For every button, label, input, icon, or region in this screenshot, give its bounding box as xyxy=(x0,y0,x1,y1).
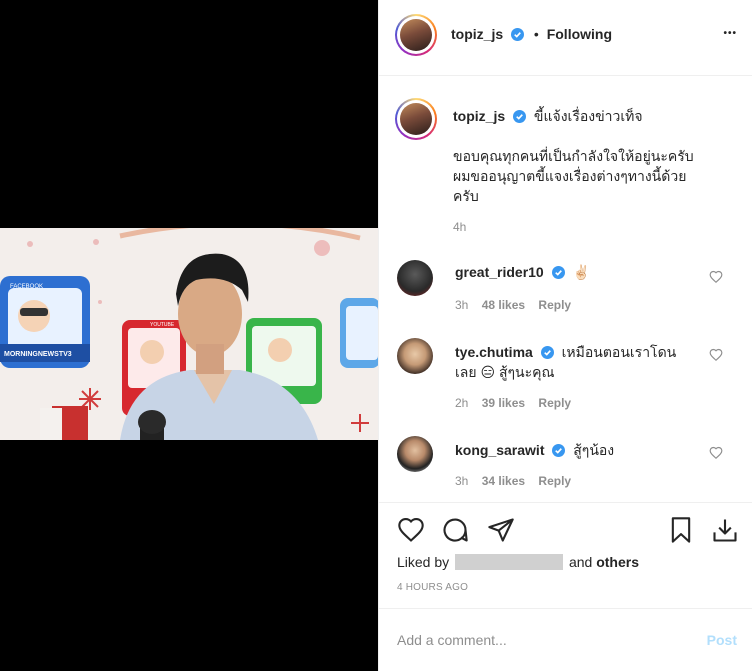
caption-title: ขี้แจ้งเรื่องข่าวเท็จ xyxy=(533,108,643,124)
header-username[interactable]: topiz_js xyxy=(451,26,503,42)
caption: topiz_js ขี้แจ้งเรื่องข่าวเท็จ ขอบคุณทุก… xyxy=(379,90,752,240)
verified-badge-icon xyxy=(511,28,525,41)
liked-by-redacted-user[interactable] xyxy=(455,554,564,570)
story-ring xyxy=(395,14,437,56)
comment: kong_sarawit สู้ๆน้อง 3h 34 likes Reply xyxy=(379,434,752,494)
comment: great_rider10 ✌🏻 3h 48 likes Reply xyxy=(379,258,752,318)
more-options-icon[interactable]: ••• xyxy=(723,28,737,39)
comment-like-icon[interactable] xyxy=(709,270,723,284)
comment-username[interactable]: great_rider10 xyxy=(455,264,544,280)
comment-username[interactable]: kong_sarawit xyxy=(455,442,544,458)
caption-story-ring xyxy=(395,98,437,140)
youtube-label: YOUTUBE xyxy=(150,322,175,328)
following-button[interactable]: Following xyxy=(547,26,612,42)
liked-by-others[interactable]: others xyxy=(596,554,639,570)
comment-username[interactable]: tye.chutima xyxy=(455,344,533,360)
comment-likes[interactable]: 39 likes xyxy=(482,396,525,410)
comment-avatar[interactable] xyxy=(397,436,433,472)
comment-avatar[interactable] xyxy=(397,260,433,296)
comment-time[interactable]: 3h xyxy=(455,474,468,488)
post-button[interactable]: Post xyxy=(707,632,737,648)
post-panel: topiz_js • Following ••• topiz_js ขี้แจ้… xyxy=(378,0,752,671)
header-separator: • xyxy=(533,26,539,42)
comment-text: ✌🏻 xyxy=(572,264,590,280)
comment-text-line-1: เหมือนตอนเราโดน xyxy=(561,344,677,360)
add-comment-input[interactable] xyxy=(397,627,687,653)
liked-by: Liked by and others xyxy=(397,554,639,570)
caption-line-3: ครับ xyxy=(453,188,479,204)
save-icon[interactable] xyxy=(667,516,695,544)
liked-by-and: and xyxy=(568,554,593,570)
verified-badge-icon xyxy=(551,266,565,279)
microphone xyxy=(138,410,166,440)
comment-like-icon[interactable] xyxy=(709,446,723,460)
channel-logo-text: MORNINGNEWSTV3 xyxy=(4,351,72,358)
verified-badge-icon xyxy=(552,444,566,457)
post-media[interactable]: FACEBOOK MORNINGNEWSTV3 YOUTUBE xyxy=(0,0,378,671)
reply-button[interactable]: Reply xyxy=(538,474,571,488)
share-icon[interactable] xyxy=(487,516,515,544)
comment-likes[interactable]: 48 likes xyxy=(482,298,525,312)
comment-likes[interactable]: 34 likes xyxy=(482,474,525,488)
comment-like-icon[interactable] xyxy=(709,348,723,362)
verified-badge-icon xyxy=(540,346,554,359)
download-icon[interactable] xyxy=(711,516,739,544)
action-bar xyxy=(379,512,752,552)
facebook-label: FACEBOOK xyxy=(10,284,43,290)
comment-text: สู้ๆน้อง xyxy=(573,442,615,458)
add-comment-bar: Post xyxy=(379,609,752,671)
reply-button[interactable]: Reply xyxy=(538,298,571,312)
comment-time[interactable]: 2h xyxy=(455,396,468,410)
caption-username[interactable]: topiz_js xyxy=(453,108,505,124)
video-still: FACEBOOK MORNINGNEWSTV3 YOUTUBE xyxy=(0,228,378,440)
like-icon[interactable] xyxy=(397,516,425,544)
avatar[interactable] xyxy=(400,19,432,51)
comment-time[interactable]: 3h xyxy=(455,298,468,312)
comment-text-line-2: เลย 😑 สู้ๆนะคุณ xyxy=(455,364,555,380)
caption-line-1: ขอบคุณทุกคนที่เป็นกำลังใจให้อยู่นะครับ xyxy=(453,148,694,164)
actions-divider xyxy=(379,502,752,503)
caption-avatar[interactable] xyxy=(400,103,432,135)
post-header: topiz_js • Following ••• xyxy=(379,0,752,76)
caption-line-2: ผมขออนุญาตขี้แจงเรื่องต่างๆทางนี้ด้วย xyxy=(453,168,687,184)
liked-by-prefix: Liked by xyxy=(397,554,450,570)
comment-avatar[interactable] xyxy=(397,338,433,374)
verified-badge-icon xyxy=(513,110,527,123)
post-timestamp[interactable]: 4 HOURS AGO xyxy=(397,582,468,593)
comment-icon[interactable] xyxy=(441,516,469,544)
reply-button[interactable]: Reply xyxy=(538,396,571,410)
video-frame[interactable]: FACEBOOK MORNINGNEWSTV3 YOUTUBE xyxy=(0,228,378,440)
comment: tye.chutima เหมือนตอนเราโดน เลย 😑 สู้ๆนะ… xyxy=(379,336,752,416)
caption-time[interactable]: 4h xyxy=(453,220,466,234)
